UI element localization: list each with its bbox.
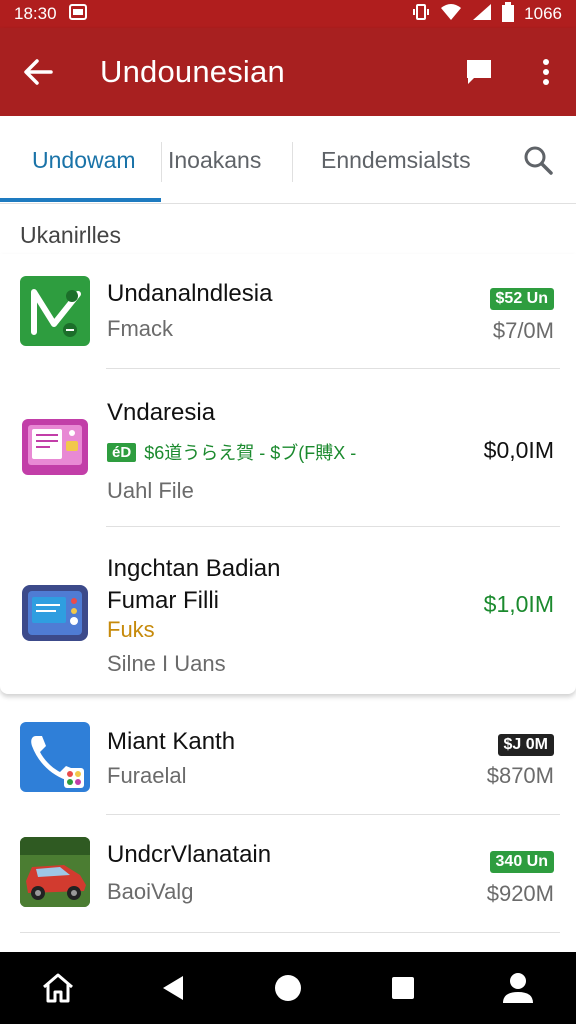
list-item[interactable]: Miant Kanth Furaelal $J 0M $870M bbox=[0, 702, 576, 814]
notification-icon bbox=[68, 3, 87, 25]
tab-divider bbox=[161, 142, 162, 182]
green-map-icon bbox=[20, 276, 90, 346]
app-title: Miant Kanth bbox=[107, 728, 236, 755]
app-subtitle: Fmack bbox=[107, 316, 173, 341]
status-time: 18:30 bbox=[14, 4, 57, 23]
app-subtitle: Silne I Uans bbox=[107, 651, 226, 676]
signal-icon bbox=[472, 3, 492, 26]
app-bar: Undounesian bbox=[0, 28, 576, 116]
chat-icon bbox=[467, 60, 491, 84]
blue-device-icon bbox=[20, 577, 90, 647]
app-title: UndcrVlanatain bbox=[107, 841, 272, 868]
circle-home-icon bbox=[274, 975, 301, 1001]
car-photo-icon bbox=[20, 837, 90, 907]
back-button[interactable] bbox=[0, 28, 76, 116]
list-item[interactable]: Undanalndlesia Fmack $52 Un $7/0M bbox=[0, 254, 576, 369]
app-subtitle: Furaelal bbox=[107, 763, 187, 788]
list-item[interactable]: UndcrVlanatain BaoiValg 340 Un $920M bbox=[0, 815, 576, 933]
home-circle-button[interactable] bbox=[258, 958, 318, 1018]
app-price: $920M bbox=[486, 881, 554, 906]
pink-device-icon bbox=[20, 413, 90, 483]
tab-indicator bbox=[0, 198, 161, 202]
promo-text: $6道うらえ賀 - $ブ(F賻X - bbox=[144, 443, 357, 463]
wifi-icon bbox=[440, 3, 462, 26]
more-vert-icon bbox=[543, 59, 549, 85]
status-bar: 18:30 1066 bbox=[0, 0, 576, 28]
search-icon bbox=[524, 146, 553, 175]
tab-enndemsialsts[interactable]: Enndemsialsts bbox=[321, 116, 471, 204]
arrow-back-icon bbox=[24, 59, 53, 85]
person-icon bbox=[503, 973, 534, 1003]
battery-icon bbox=[502, 1, 515, 27]
price-badge: $52 Un bbox=[489, 288, 554, 310]
battery-text: 1066 bbox=[524, 4, 562, 23]
home-icon bbox=[42, 973, 73, 1003]
list-item[interactable]: Vndaresia éD $6道うらえ賀 - $ブ(F賻X - Uahl Fil… bbox=[0, 369, 576, 527]
promo-line: éD $6道うらえ賀 - $ブ(F賻X - bbox=[107, 439, 356, 465]
profile-nav-button[interactable] bbox=[488, 958, 548, 1018]
list-item[interactable]: Ingchtan Badian Fumar Filli Fuks Silne I… bbox=[0, 527, 576, 693]
section-heading: Ukanirlles bbox=[20, 222, 121, 248]
square-recents-icon bbox=[392, 977, 415, 999]
tab-bar: Undowam Inoakans Enndemsialsts bbox=[0, 116, 576, 204]
tab-divider bbox=[292, 142, 293, 182]
app-title-line1: Ingchtan Badian bbox=[107, 555, 281, 582]
system-nav-bar bbox=[0, 952, 576, 1024]
app-list-card: Undanalndlesia Fmack $52 Un $7/0M Vndare… bbox=[0, 254, 576, 694]
triangle-back-icon bbox=[162, 976, 183, 1000]
promo-chip: éD bbox=[107, 442, 137, 462]
app-price: $870M bbox=[486, 763, 554, 788]
app-title: Vndaresia bbox=[107, 399, 216, 426]
price-badge: $J 0M bbox=[497, 734, 554, 756]
tab-inoakans[interactable]: Inoakans bbox=[168, 116, 261, 204]
app-subtitle: BaoiValg bbox=[107, 879, 194, 904]
home-nav-button[interactable] bbox=[28, 958, 88, 1018]
recents-nav-button[interactable] bbox=[373, 958, 433, 1018]
app-title-line2: Fumar Filli bbox=[107, 587, 219, 614]
app-price: $0,0IM bbox=[483, 437, 554, 463]
page-title: Undounesian bbox=[100, 54, 285, 89]
app-subtitle: Uahl File bbox=[107, 478, 194, 503]
search-button[interactable] bbox=[522, 144, 554, 176]
app-title: Undanalndlesia bbox=[107, 280, 273, 307]
overflow-menu-button[interactable] bbox=[516, 28, 576, 116]
vibrate-icon bbox=[412, 3, 430, 26]
back-nav-button[interactable] bbox=[143, 958, 203, 1018]
app-tag: Fuks bbox=[107, 617, 155, 642]
divider bbox=[20, 932, 560, 933]
chat-button[interactable] bbox=[442, 28, 516, 116]
app-price: $1,0IM bbox=[483, 591, 554, 617]
price-badge: 340 Un bbox=[489, 851, 554, 873]
phone-app-icon bbox=[20, 722, 90, 792]
tab-undowam[interactable]: Undowam bbox=[32, 116, 136, 204]
app-price: $7/0M bbox=[492, 318, 554, 343]
